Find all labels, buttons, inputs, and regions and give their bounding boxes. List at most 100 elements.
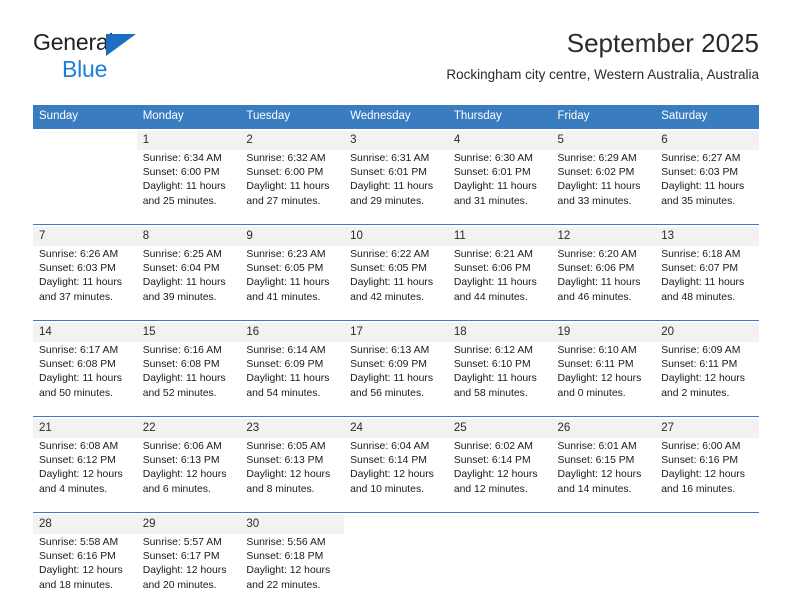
day-detail-line: Daylight: 11 hours: [246, 181, 330, 193]
day-detail-line: Sunrise: 6:02 AM: [453, 441, 533, 452]
day-detail-line: Sunset: 6:05 PM: [246, 263, 324, 275]
day-detail-cell: Sunrise: 6:22 AM Sunset: 6:05 PM Daylight:…: [344, 246, 448, 321]
day-detail-line: Sunrise: 6:14 AM: [246, 345, 326, 356]
day-detail-line: Sunrise: 6:29 AM: [557, 153, 637, 164]
day-detail-cell: Sunrise: 6:16 AM Sunset: 6:08 PM Daylight:…: [137, 342, 241, 417]
day-detail-line: Sunset: 6:18 PM: [246, 551, 324, 563]
day-detail-empty: [33, 150, 137, 225]
day-number[interactable]: 27: [655, 419, 759, 438]
day-detail-line: Daylight: 11 hours: [142, 277, 226, 289]
day-detail-line: Daylight: 12 hours: [557, 469, 642, 481]
day-detail-line: Sunset: 6:06 PM: [453, 263, 531, 275]
day-number[interactable]: 2: [240, 131, 345, 150]
day-detail-line: and 8 minutes.: [246, 483, 315, 495]
day-number[interactable]: 30: [240, 515, 345, 534]
day-number[interactable]: 23: [240, 419, 345, 438]
day-detail-line: Sunset: 6:11 PM: [557, 359, 634, 371]
day-number[interactable]: 6: [655, 131, 759, 150]
weekday-header-friday: Friday: [551, 105, 656, 129]
day-number[interactable]: 28: [33, 515, 137, 534]
day-detail-line: Daylight: 11 hours: [39, 373, 122, 385]
general-blue-logo: General Blue: [33, 31, 263, 87]
day-detail-line: Daylight: 12 hours: [39, 469, 123, 481]
day-detail-line: Daylight: 11 hours: [661, 181, 745, 193]
day-detail-cell: Sunrise: 6:31 AM Sunset: 6:01 PM Daylight:…: [344, 150, 448, 225]
day-detail-line: Sunset: 6:16 PM: [39, 551, 116, 563]
day-detail-line: Sunset: 6:15 PM: [557, 455, 635, 467]
day-number[interactable]: 3: [344, 131, 448, 150]
day-number[interactable]: 25: [447, 419, 552, 438]
day-detail-line: Sunrise: 6:21 AM: [453, 249, 533, 260]
day-detail-line: and 42 minutes.: [350, 291, 425, 303]
day-number[interactable]: 17: [344, 323, 448, 342]
day-detail-cell: Sunrise: 6:05 AM Sunset: 6:13 PM Daylight:…: [240, 438, 344, 513]
day-detail-line: Daylight: 12 hours: [453, 469, 538, 481]
day-number[interactable]: 9: [240, 227, 345, 246]
calendar-body: 1 2 3 4 5 6 Sunrise: 6:34 AM Sunset: 6:00 PM Day…: [33, 128, 759, 608]
day-detail-line: Sunset: 6:07 PM: [661, 263, 739, 275]
day-detail-cell: Sunrise: 6:10 AM Sunset: 6:11 PM Daylight:…: [552, 342, 656, 417]
day-detail-cell: Sunrise: 6:25 AM Sunset: 6:04 PM Daylight:…: [137, 246, 241, 321]
day-detail-line: Sunset: 6:16 PM: [661, 455, 739, 467]
day-cell-empty: [33, 131, 137, 150]
page-title: September 2025: [566, 28, 759, 58]
week-detail-row: Sunrise: 6:34 AM Sunset: 6:00 PM Daylight:…: [33, 150, 759, 225]
day-detail-line: Sunset: 6:09 PM: [350, 359, 427, 371]
day-detail-line: Daylight: 11 hours: [246, 373, 330, 385]
day-number[interactable]: 1: [136, 131, 241, 150]
day-number[interactable]: 7: [33, 227, 137, 246]
weekday-header-tuesday: Tuesday: [240, 105, 345, 129]
day-detail-empty: [344, 534, 448, 608]
day-detail-line: Sunset: 6:08 PM: [142, 359, 220, 371]
day-number[interactable]: 13: [655, 227, 759, 246]
day-number[interactable]: 14: [33, 323, 137, 342]
day-detail-cell: Sunrise: 6:30 AM Sunset: 6:01 PM Daylight:…: [448, 150, 552, 225]
day-detail-cell: Sunrise: 6:20 AM Sunset: 6:06 PM Daylight:…: [552, 246, 656, 321]
day-detail-line: Daylight: 11 hours: [453, 277, 537, 289]
day-detail-line: Sunrise: 6:10 AM: [557, 345, 637, 356]
day-number[interactable]: 4: [447, 131, 552, 150]
day-number[interactable]: 18: [447, 323, 552, 342]
day-detail-line: Sunrise: 6:12 AM: [453, 345, 533, 356]
day-detail-line: Sunrise: 6:22 AM: [350, 249, 430, 260]
day-detail-line: Daylight: 11 hours: [453, 373, 537, 385]
day-number[interactable]: 21: [33, 419, 137, 438]
day-number[interactable]: 12: [551, 227, 656, 246]
day-detail-line: Daylight: 11 hours: [39, 277, 122, 289]
day-number[interactable]: 29: [136, 515, 241, 534]
day-number[interactable]: 16: [240, 323, 345, 342]
day-detail-line: Daylight: 11 hours: [350, 373, 434, 385]
week-daynumber-row: 14 15 16 17 18 19 20: [33, 323, 759, 342]
day-number[interactable]: 10: [344, 227, 448, 246]
day-number[interactable]: 20: [655, 323, 759, 342]
day-number[interactable]: 22: [136, 419, 241, 438]
day-number[interactable]: 11: [447, 227, 552, 246]
day-number[interactable]: 15: [136, 323, 241, 342]
day-detail-empty: [447, 534, 552, 608]
week-detail-row: Sunrise: 6:08 AM Sunset: 6:12 PM Daylight:…: [33, 438, 759, 513]
day-detail-line: Daylight: 12 hours: [246, 469, 331, 481]
day-detail-line: and 27 minutes.: [246, 195, 321, 207]
week-daynumber-row: 7 8 9 10 11 12 13: [33, 227, 759, 246]
day-detail-cell: Sunrise: 6:06 AM Sunset: 6:13 PM Daylight:…: [137, 438, 241, 513]
day-number[interactable]: 26: [551, 419, 656, 438]
logo-triangle-icon: [106, 34, 136, 56]
day-number[interactable]: 19: [551, 323, 656, 342]
day-number[interactable]: 24: [344, 419, 448, 438]
day-detail-line: Daylight: 11 hours: [142, 181, 226, 193]
day-detail-line: Daylight: 11 hours: [661, 277, 745, 289]
day-detail-line: and 20 minutes.: [142, 579, 217, 591]
day-cell-empty: [447, 515, 552, 534]
day-number[interactable]: 5: [551, 131, 656, 150]
day-detail-line: Daylight: 11 hours: [246, 277, 330, 289]
day-detail-line: Sunrise: 6:31 AM: [350, 153, 430, 164]
day-detail-cell: Sunrise: 5:58 AM Sunset: 6:16 PM Daylight:…: [33, 534, 137, 608]
day-detail-empty: [655, 534, 759, 608]
day-number[interactable]: 8: [136, 227, 241, 246]
day-detail-line: Sunrise: 6:27 AM: [661, 153, 741, 164]
day-detail-cell: Sunrise: 6:32 AM Sunset: 6:00 PM Daylight:…: [240, 150, 344, 225]
page-subtitle: Rockingham city centre, Western Australi…: [446, 67, 759, 82]
day-detail-line: Daylight: 12 hours: [350, 469, 434, 481]
day-detail-line: Sunset: 6:00 PM: [246, 167, 324, 179]
day-detail-cell: Sunrise: 6:13 AM Sunset: 6:09 PM Daylight:…: [344, 342, 448, 417]
